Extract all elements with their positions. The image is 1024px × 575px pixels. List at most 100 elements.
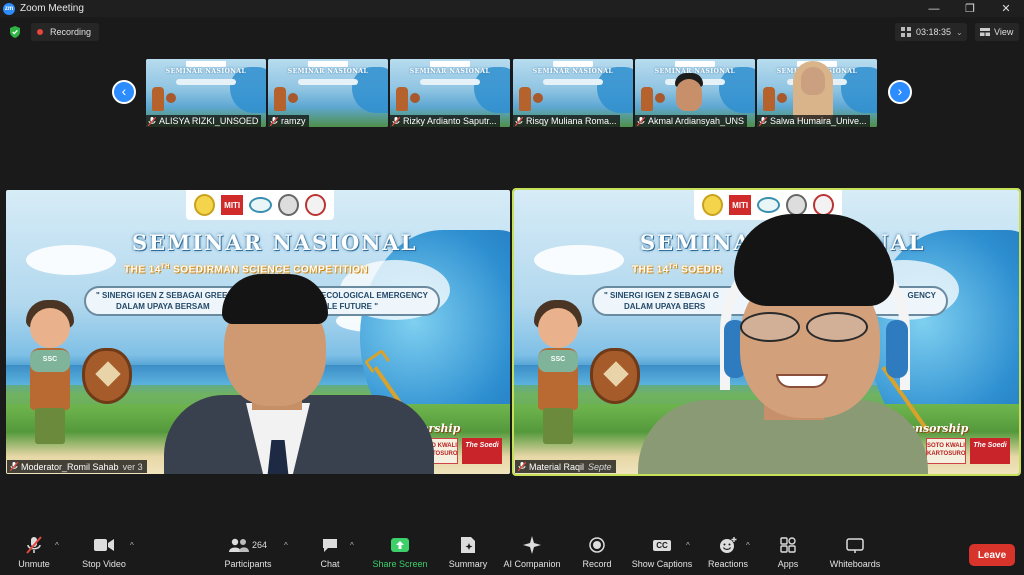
smile-shape: [776, 374, 828, 388]
mascot-shield-icon: [777, 93, 787, 103]
participants-label: Participants: [224, 559, 272, 569]
mascot-shield-icon: [655, 93, 665, 103]
thumbnail-name-label: Risqy Muliana Roma...: [513, 115, 620, 127]
captions-cc-icon: CC: [653, 539, 671, 551]
participant-thumbnail[interactable]: SEMINAR NASIONAL Risqy Muliana Roma...: [513, 59, 633, 127]
ai-companion-label: AI Companion: [503, 559, 561, 569]
participant-thumbnail[interactable]: SEMINAR NASIONAL Rizky Ardianto Saputr...: [390, 59, 510, 127]
show-captions-button[interactable]: CC Show Captions: [632, 534, 692, 574]
share-screen-icon: [391, 538, 409, 552]
sponsor-logo-strip: MITI: [186, 190, 334, 220]
mascot-figure: [152, 87, 164, 111]
chat-caret-icon[interactable]: ^: [350, 541, 354, 550]
chat-button[interactable]: Chat: [316, 534, 344, 574]
chevron-left-icon: ‹: [121, 83, 127, 99]
participants-button[interactable]: 264 Participants: [222, 534, 274, 574]
stop-video-button[interactable]: Stop Video: [78, 534, 130, 574]
shield-emblem: [95, 361, 121, 387]
apps-button[interactable]: Apps: [772, 534, 804, 574]
mascot-shield-icon: [590, 348, 640, 404]
mascot-figure: [396, 87, 408, 111]
share-screen-button[interactable]: Share Screen: [372, 534, 428, 574]
gallery-prev-button[interactable]: ‹: [112, 80, 136, 104]
timer-value: 03:18:35: [916, 27, 952, 37]
summary-button[interactable]: Summary: [446, 534, 490, 574]
record-button[interactable]: Record: [578, 534, 616, 574]
mascot-figure: [641, 87, 653, 111]
whiteboards-button[interactable]: Whiteboards: [826, 534, 884, 574]
slide-subtitle: THE 14TH SOEDIR: [632, 264, 723, 275]
video-camera-icon: [94, 539, 114, 551]
organization-logo-icon: [757, 197, 781, 213]
mascot-legs: [35, 408, 65, 444]
thumbnail-participant-name: ramzy: [281, 116, 306, 126]
participant-face: [801, 67, 825, 95]
band-text: " SINERGI IGEN Z SEBAGAI G: [604, 291, 719, 300]
participants-icon: [228, 538, 249, 552]
meeting-timer[interactable]: 03:18:35 ⌄: [895, 23, 967, 41]
thumbnail-name-label: ALISYA RIZKI_UNSOED: [146, 115, 262, 127]
participant-name-suffix: Septe: [588, 461, 612, 472]
mascot-figure: [274, 87, 286, 111]
window-titlebar: zm Zoom Meeting — ❐ ✕: [0, 0, 1024, 17]
recording-indicator[interactable]: Recording: [31, 23, 100, 41]
participants-caret-icon[interactable]: ^: [284, 541, 288, 550]
video-tile-speaker[interactable]: MITI SEMINAR NASIONAL THE 14TH SOEDIR " …: [512, 188, 1021, 476]
thumbnail-name-label: Rizky Ardianto Saputr...: [390, 115, 500, 127]
meeting-topbar: Recording 03:18:35 ⌄ View: [0, 20, 1024, 44]
thumbnail-participant-name: ALISYA RIZKI_UNSOED: [159, 116, 259, 126]
audio-options-caret-icon[interactable]: ^: [55, 541, 59, 550]
slide-title: SEMINAR NASIONAL: [132, 230, 418, 255]
view-button[interactable]: View: [975, 23, 1019, 41]
subtitle-sup: TH: [668, 264, 678, 270]
participant-name: Moderator_Romil Sahab: [21, 461, 119, 472]
reactions-label: Reactions: [707, 559, 749, 569]
participant-thumbnail[interactable]: SEMINAR NASIONAL Akmal Ardiansyah_UNS: [635, 59, 755, 127]
window-title: Zoom Meeting: [20, 3, 84, 14]
close-button[interactable]: ✕: [988, 0, 1024, 17]
participants-count: 264: [251, 540, 268, 550]
thumbnail-slide-title: SEMINAR NASIONAL: [409, 68, 491, 75]
unmute-label: Unmute: [18, 559, 50, 569]
subtitle-part: THE 14: [124, 264, 161, 276]
minimize-button[interactable]: —: [916, 0, 952, 17]
recording-label: Recording: [50, 27, 92, 37]
maximize-button[interactable]: ❐: [952, 0, 988, 17]
chevron-down-icon: ⌄: [956, 27, 963, 37]
reactions-button[interactable]: Reactions: [706, 534, 750, 574]
share-screen-label: Share Screen: [372, 559, 428, 569]
emblem-logo-icon: [813, 194, 834, 216]
video-tile-moderator[interactable]: MITI SEMINAR NASIONAL THE 14TH SOEDIRMAN…: [6, 190, 510, 474]
record-icon: [589, 537, 605, 553]
ai-companion-button[interactable]: AI Companion: [502, 534, 562, 574]
gallery-next-button[interactable]: ›: [888, 80, 912, 104]
organization-logo-icon: [249, 197, 273, 213]
recording-dot-icon: [37, 29, 43, 35]
sponsor-logo: The Soedi: [462, 438, 502, 464]
participant-thumbnail[interactable]: SEMINAR NASIONAL ramzy: [268, 59, 388, 127]
band-text: DALAM UPAYA BERS: [624, 302, 706, 311]
band-text: ECOLOGICAL EMERGENCY: [321, 291, 428, 300]
chat-bubble-icon: [323, 538, 337, 552]
stop-video-label: Stop Video: [82, 559, 126, 569]
university-logo-icon: [194, 194, 215, 216]
whiteboard-icon: [846, 537, 864, 553]
unmute-button[interactable]: Unmute: [14, 534, 54, 574]
leave-button[interactable]: Leave: [969, 544, 1015, 566]
participant-thumbnail[interactable]: SEMINAR NASIONAL ALISYA RIZKI_UNSOED: [146, 59, 266, 127]
mascot-shield-icon: [166, 93, 176, 103]
logo-strip: [675, 61, 715, 67]
encryption-shield-icon[interactable]: [10, 26, 20, 38]
mascot-badge: SSC: [30, 350, 70, 372]
chevron-right-icon: ›: [897, 83, 903, 99]
thumbnail-band: [298, 79, 358, 85]
mascot-shield-icon: [288, 93, 298, 103]
captions-caret-icon[interactable]: ^: [686, 541, 690, 550]
participant-thumbnail[interactable]: SEMINAR NASIONALSalwa Humaira_Unive...: [757, 59, 877, 127]
chat-label: Chat: [320, 559, 340, 569]
reactions-caret-icon[interactable]: ^: [746, 541, 750, 550]
muted-mic-icon: [148, 116, 156, 126]
thumbnail-band: [176, 79, 236, 85]
video-options-caret-icon[interactable]: ^: [130, 541, 134, 550]
headphone-cup-right: [886, 320, 908, 378]
